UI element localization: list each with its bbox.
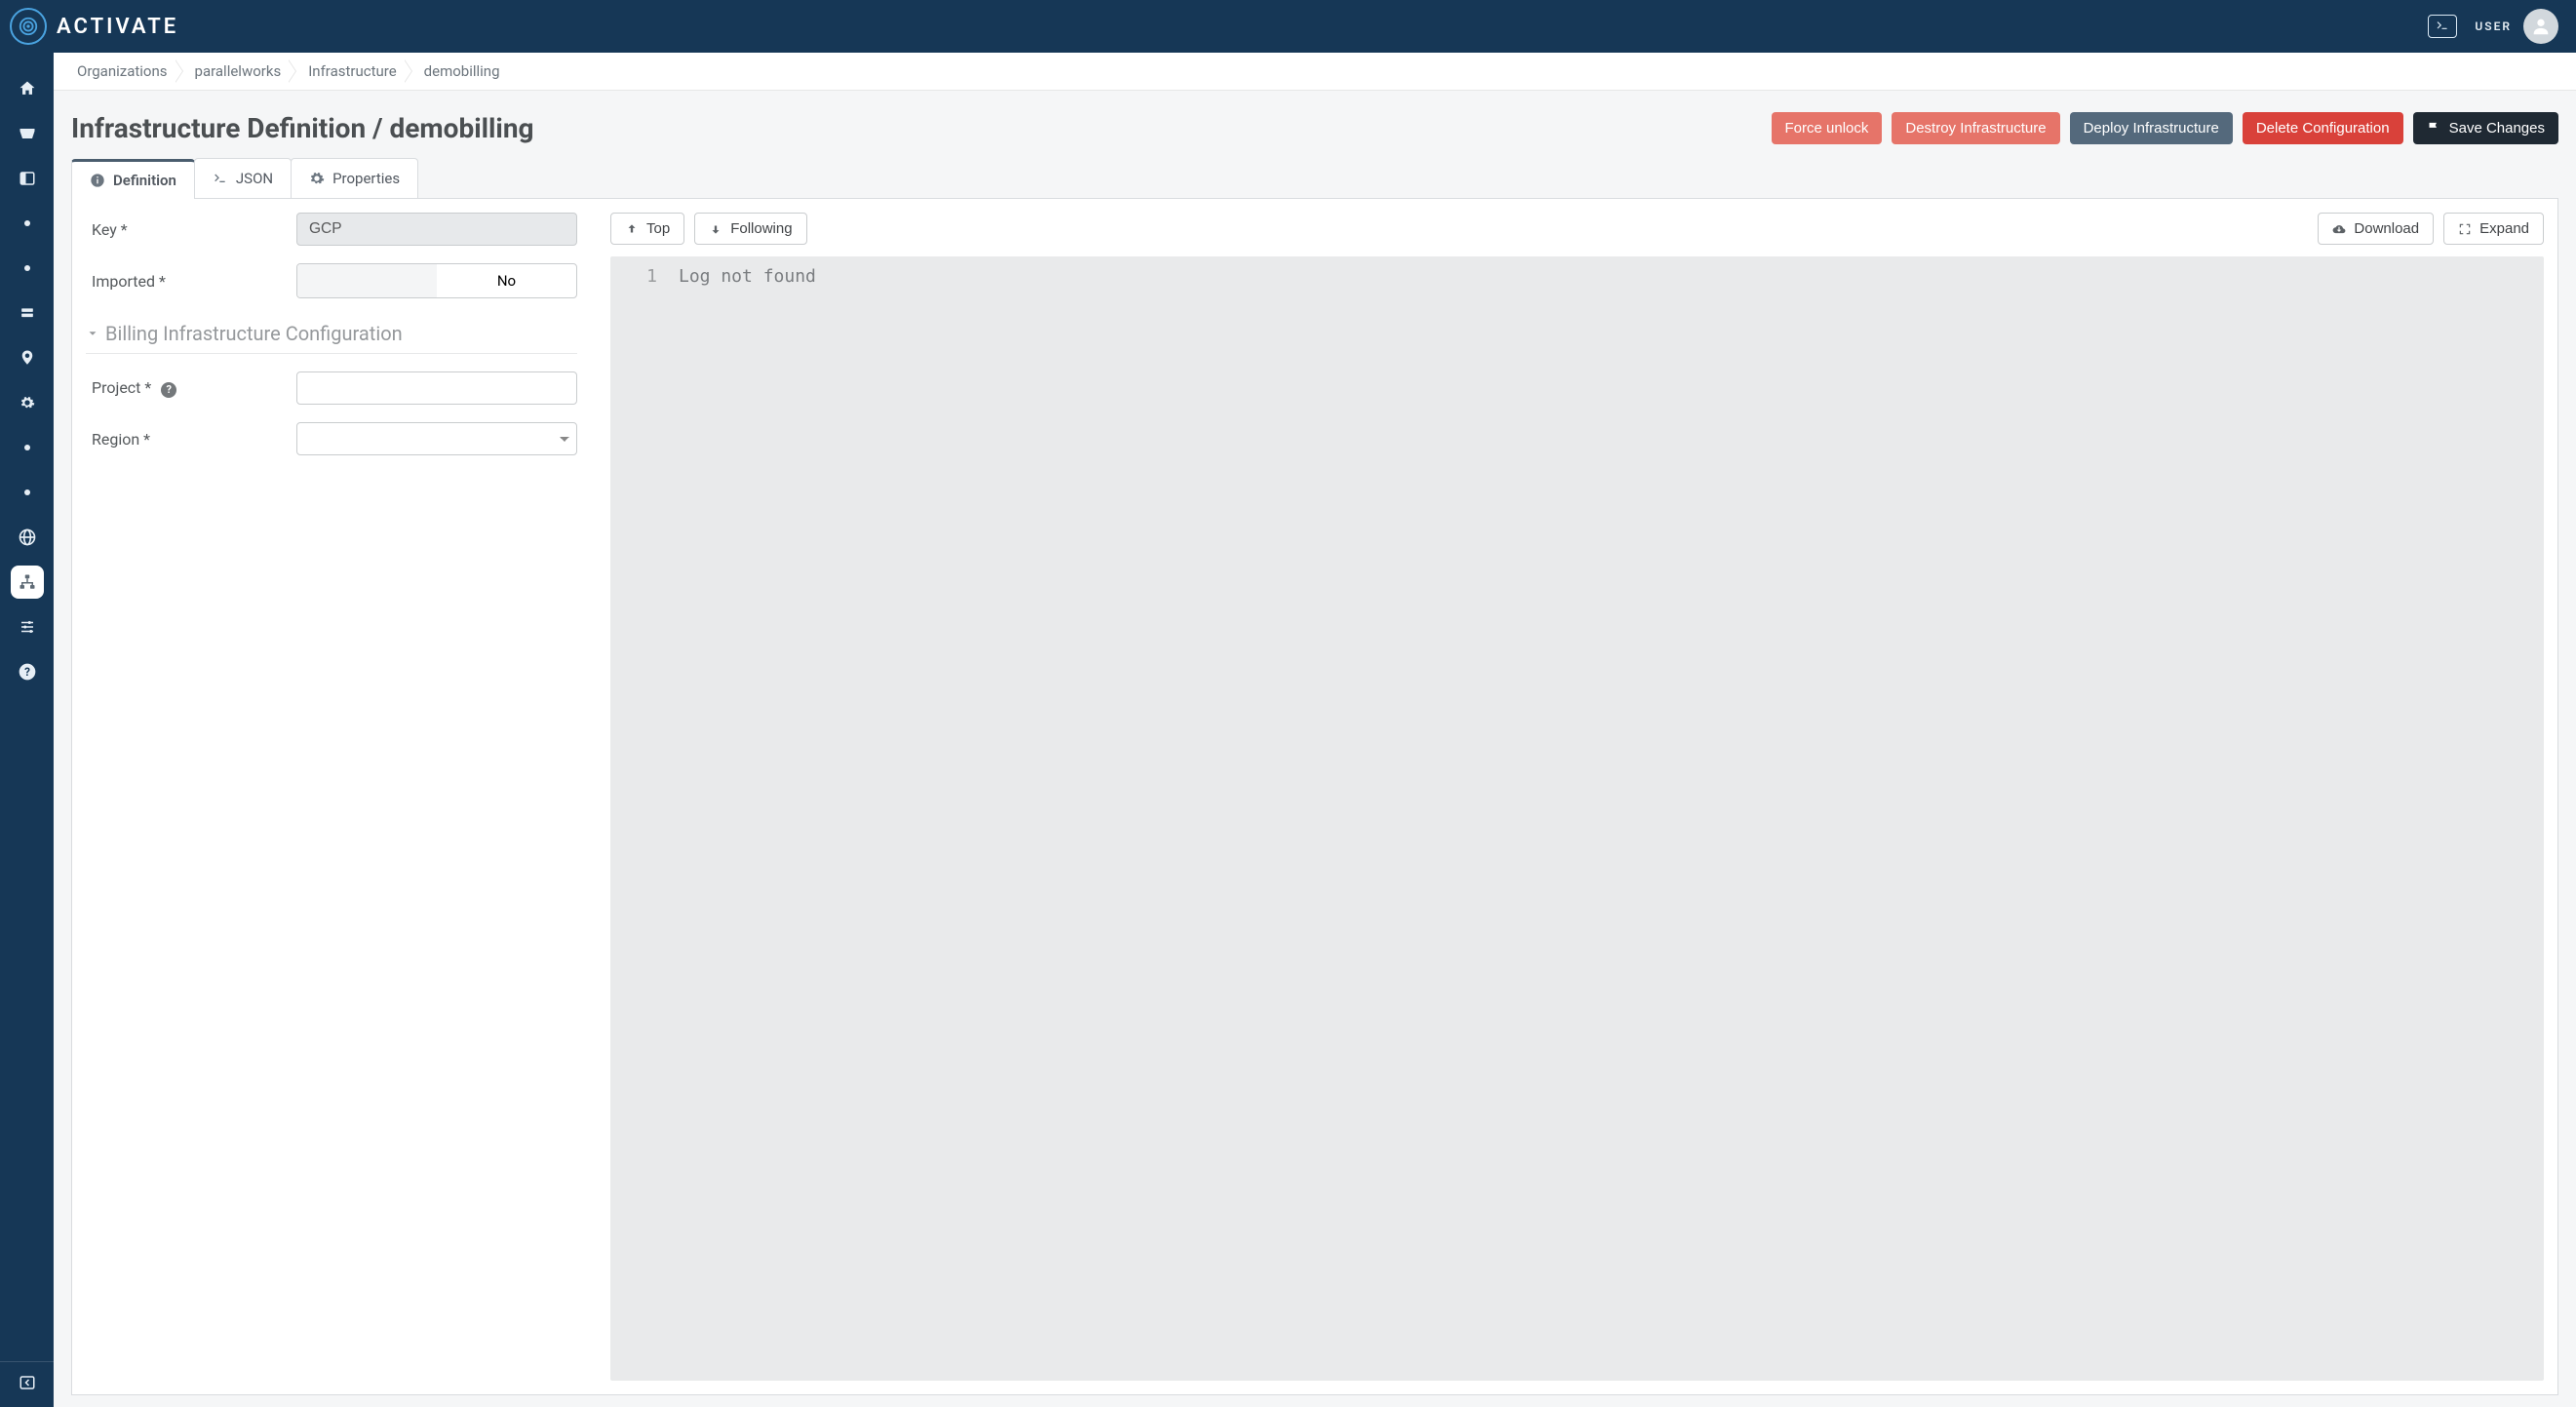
gear-icon xyxy=(309,171,325,186)
project-label: Project * ? xyxy=(92,378,296,398)
info-icon xyxy=(90,173,105,188)
prompt-icon xyxy=(213,171,228,186)
sidebar-gear-small[interactable] xyxy=(11,386,44,419)
page-title: Infrastructure Definition / demobilling xyxy=(71,112,534,144)
section-billing-config[interactable]: Billing Infrastructure Configuration xyxy=(86,316,577,354)
tab-json[interactable]: JSON xyxy=(194,158,292,198)
terminal-button[interactable] xyxy=(2428,15,2457,38)
key-input[interactable] xyxy=(296,213,577,246)
sidebar-location[interactable] xyxy=(11,341,44,374)
log-line-number: 1 xyxy=(610,266,679,287)
log-top-button[interactable]: Top xyxy=(610,213,684,245)
save-changes-label: Save Changes xyxy=(2449,120,2545,137)
tab-panel: Key * Imported * No xyxy=(71,199,2558,1395)
sidebar-storage[interactable] xyxy=(11,296,44,330)
sidebar-collapse[interactable] xyxy=(0,1361,54,1407)
crumb-parallelworks[interactable]: parallelworks xyxy=(177,59,292,84)
force-unlock-button[interactable]: Force unlock xyxy=(1772,112,1883,144)
cloud-download-icon xyxy=(2332,222,2346,236)
expand-icon xyxy=(2458,222,2472,236)
region-label: Region * xyxy=(92,430,296,449)
tab-definition-label: Definition xyxy=(113,172,176,189)
user-avatar[interactable] xyxy=(2523,9,2558,44)
tab-properties[interactable]: Properties xyxy=(291,158,418,198)
breadcrumb: Organizations parallelworks Infrastructu… xyxy=(54,53,2576,91)
chevron-down-icon xyxy=(86,327,99,340)
tab-json-label: JSON xyxy=(236,170,273,187)
project-help-icon[interactable]: ? xyxy=(161,382,176,398)
imported-toggle-no[interactable]: No xyxy=(437,264,576,297)
arrow-down-icon xyxy=(709,222,722,236)
destroy-infrastructure-button[interactable]: Destroy Infrastructure xyxy=(1892,112,2059,144)
sidebar-help[interactable]: ? xyxy=(11,655,44,688)
sidebar-globe[interactable] xyxy=(11,521,44,554)
brand: ACTIVATE xyxy=(10,8,178,45)
log-column: Top Following Download xyxy=(610,213,2544,1381)
log-view[interactable]: 1 Log not found xyxy=(610,256,2544,1381)
project-label-text: Project * xyxy=(92,378,151,397)
log-following-label: Following xyxy=(730,220,792,237)
tab-row: Definition JSON Properties xyxy=(71,158,2558,199)
log-top-label: Top xyxy=(646,220,670,237)
user-label: USER xyxy=(2475,20,2512,33)
tab-properties-label: Properties xyxy=(332,170,400,187)
crumb-organizations[interactable]: Organizations xyxy=(71,59,177,84)
top-header: ACTIVATE USER xyxy=(0,0,2576,53)
sidebar-sitemap[interactable] xyxy=(11,566,44,599)
save-changes-button[interactable]: Save Changes xyxy=(2413,112,2558,144)
brand-name: ACTIVATE xyxy=(57,15,178,39)
sidebar-dot-1[interactable] xyxy=(11,207,44,240)
main-content: Organizations parallelworks Infrastructu… xyxy=(54,53,2576,1407)
crumb-demobilling[interactable]: demobilling xyxy=(407,59,510,84)
section-billing-config-label: Billing Infrastructure Configuration xyxy=(105,322,403,345)
log-download-label: Download xyxy=(2354,220,2419,237)
crumb-infrastructure[interactable]: Infrastructure xyxy=(291,59,406,84)
log-line: 1 Log not found xyxy=(610,266,2544,287)
region-select[interactable] xyxy=(296,422,577,455)
sidebar-dot-3[interactable] xyxy=(11,431,44,464)
deploy-infrastructure-button[interactable]: Deploy Infrastructure xyxy=(2070,112,2233,144)
log-expand-label: Expand xyxy=(2479,220,2529,237)
svg-text:?: ? xyxy=(24,665,30,679)
log-download-button[interactable]: Download xyxy=(2318,213,2434,245)
imported-toggle[interactable]: No xyxy=(296,263,577,298)
arrow-up-icon xyxy=(625,222,639,236)
imported-toggle-yes[interactable] xyxy=(297,264,437,297)
sidebar-dot-4[interactable] xyxy=(11,476,44,509)
sidebar-sliders[interactable] xyxy=(11,610,44,644)
log-expand-button[interactable]: Expand xyxy=(2443,213,2544,245)
key-label: Key * xyxy=(92,220,296,239)
tab-definition[interactable]: Definition xyxy=(71,159,195,199)
sidebar-dot-2[interactable] xyxy=(11,252,44,285)
sidebar: ? xyxy=(0,53,54,1407)
brand-logo-icon xyxy=(10,8,47,45)
flag-icon xyxy=(2427,121,2441,136)
delete-configuration-button[interactable]: Delete Configuration xyxy=(2243,112,2403,144)
sidebar-home[interactable] xyxy=(11,72,44,105)
sidebar-panel[interactable] xyxy=(11,162,44,195)
log-following-button[interactable]: Following xyxy=(694,213,806,245)
project-input[interactable] xyxy=(296,371,577,405)
form-column: Key * Imported * No xyxy=(86,213,583,1381)
imported-label: Imported * xyxy=(92,272,296,291)
sidebar-inbox[interactable] xyxy=(11,117,44,150)
log-line-text: Log not found xyxy=(679,266,2544,287)
